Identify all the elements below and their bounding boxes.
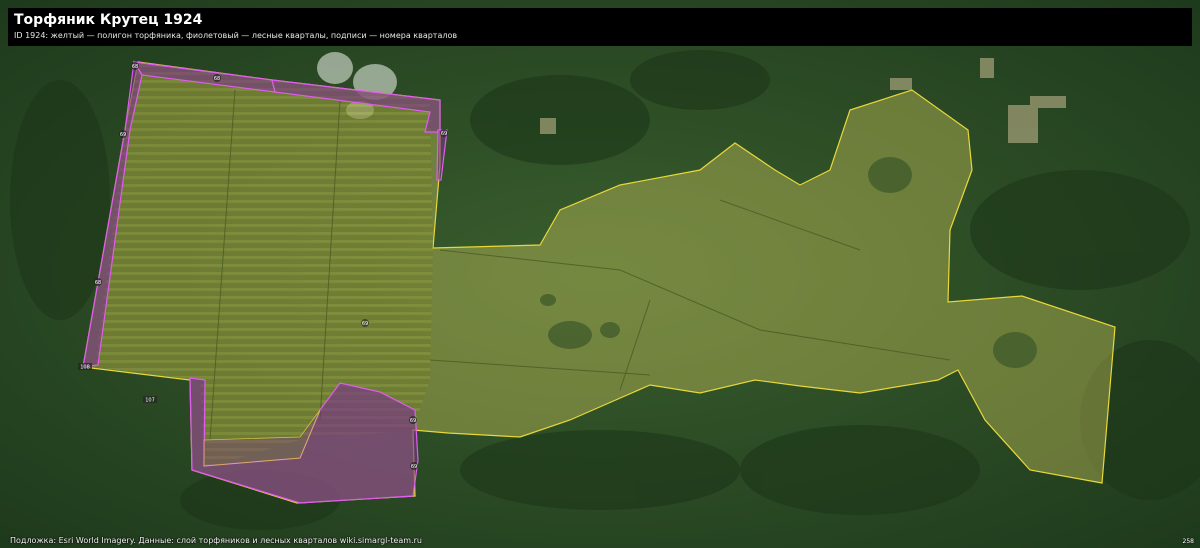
svg-text:68: 68 <box>132 64 138 70</box>
quarter-label: 68 <box>94 278 102 286</box>
svg-text:68: 68 <box>95 280 101 286</box>
svg-text:107: 107 <box>145 398 155 404</box>
quarter-label: 69 <box>440 129 448 137</box>
map-legend-text: ID 1924: желтый — полигон торфяника, фио… <box>14 31 458 40</box>
attribution-text: Подложка: Esri World Imagery. Данные: сл… <box>10 536 422 545</box>
svg-text:69: 69 <box>120 132 126 138</box>
svg-text:69: 69 <box>410 418 416 424</box>
svg-text:69: 69 <box>362 321 368 327</box>
svg-text:108: 108 <box>80 365 90 371</box>
svg-text:69: 69 <box>411 464 417 470</box>
quarter-label: 69 <box>410 462 418 470</box>
quarter-label: 68 <box>213 74 221 82</box>
quarter-label: 108 <box>78 363 92 371</box>
map-title: Торфяник Крутец 1924 <box>14 12 203 28</box>
svg-text:68: 68 <box>214 76 220 82</box>
map-view[interactable]: 68 68 69 69 68 108 69 107 69 69 Торфяник… <box>0 0 1200 548</box>
quarter-label: 69 <box>361 319 369 327</box>
satellite-map[interactable]: 68 68 69 69 68 108 69 107 69 69 <box>0 0 1200 548</box>
quarter-label: 107 <box>143 396 157 404</box>
quarter-label: 69 <box>409 416 417 424</box>
title-bar: Торфяник Крутец 1924 ID 1924: желтый — п… <box>8 8 1192 46</box>
quarter-label: 68 <box>131 62 139 70</box>
svg-text:69: 69 <box>441 131 447 137</box>
quarter-label: 69 <box>119 130 127 138</box>
corner-label: 258 <box>1182 538 1194 545</box>
